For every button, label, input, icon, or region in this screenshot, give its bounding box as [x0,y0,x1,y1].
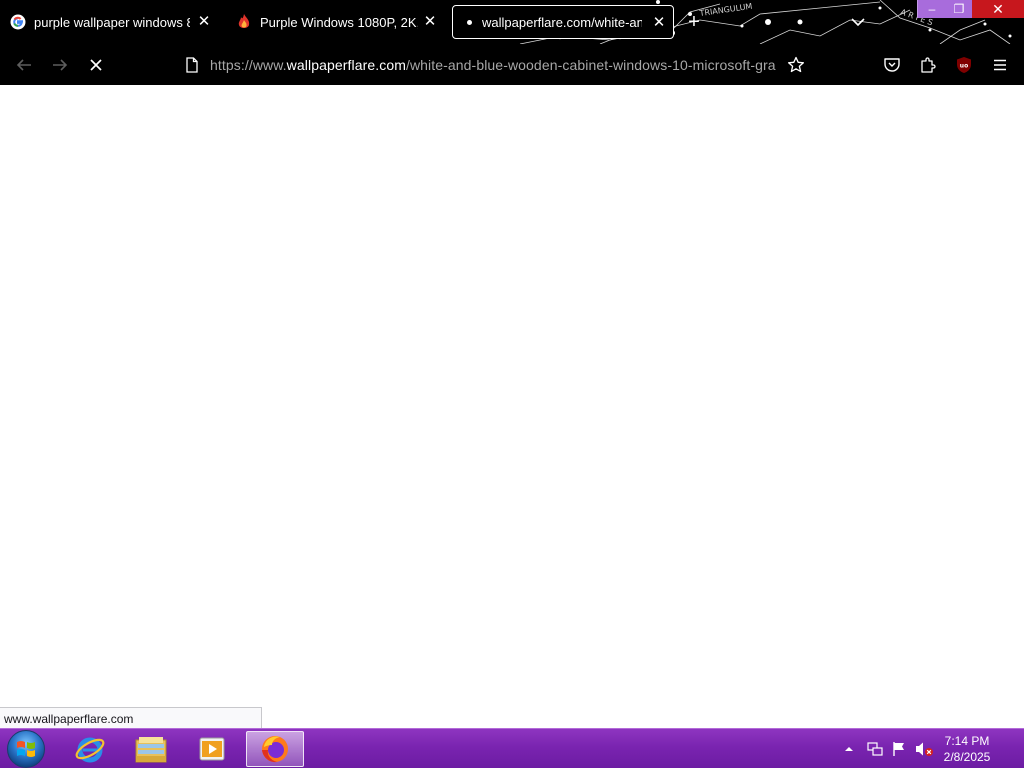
firefox-icon [262,736,288,763]
tab-title: Purple Windows 1080P, 2K, 4K, 5 [260,14,418,30]
file-explorer-icon [135,737,167,763]
pocket-button[interactable] [881,54,903,76]
chevron-down-icon [851,18,865,27]
back-button[interactable] [13,54,35,76]
tab-purple-windows[interactable]: Purple Windows 1080P, 2K, 4K, 5 ✕ [234,5,444,39]
stop-x-icon [90,59,102,71]
hamburger-menu-icon [994,59,1006,71]
url-prefix: https://www. [210,57,287,73]
svg-text:uo: uo [960,63,968,70]
star-icon [787,56,805,73]
close-tab-icon[interactable]: ✕ [651,15,667,31]
window-controls: – ❐ ✕ [917,0,1024,18]
ublock-origin-button[interactable]: uo [953,54,975,76]
clock-date: 2/8/2025 [943,750,991,764]
url-bar[interactable]: https://www.wallpaperflare.com/white-and… [210,57,776,75]
forward-button[interactable] [49,54,71,76]
internet-explorer-icon [75,737,105,763]
stop-loading-button[interactable] [85,54,107,76]
page-document-icon [186,57,198,73]
url-host: wallpaperflare.com [286,57,406,73]
network-icon [867,742,883,756]
app-menu-button[interactable] [989,54,1011,76]
volume-tray-icon[interactable] [914,729,934,769]
url-path: /white-and-blue-wooden-cabinet-windows-1… [405,57,776,73]
svg-text:TRIANGULUM: TRIANGULUM [698,2,753,18]
tab-title: wallpaperflare.com/white-and- [482,14,642,30]
link-status-bar: www.wallpaperflare.com [0,707,262,728]
loading-dot-icon [467,19,472,25]
windows-taskbar: 7:14 PM 2/8/2025 [0,728,1024,768]
page-info-button[interactable] [181,54,203,76]
taskbar-file-explorer[interactable] [123,731,179,767]
action-center-tray-icon[interactable] [890,729,908,769]
ublock-shield-icon: uo [957,57,971,73]
tab-strip: TRIANGULUM A R I E S purple wallpaper wi… [0,0,1024,44]
tab-title: purple wallpaper windows 8.1 - [34,14,190,30]
pocket-icon [884,58,900,72]
taskbar-firefox[interactable] [246,731,304,767]
show-hidden-icons-arrow [845,747,853,751]
navigation-toolbar: https://www.wallpaperflare.com/white-and… [0,44,1024,85]
clock-time: 7:14 PM [944,734,990,748]
flame-icon [236,14,252,30]
google-g-icon [10,14,26,30]
network-tray-icon[interactable] [866,729,884,769]
close-window-button[interactable]: ✕ [972,0,1024,18]
new-tab-button[interactable]: + [684,12,704,32]
windows-logo-icon [17,741,35,757]
bookmark-star-button[interactable] [785,54,807,76]
forward-arrow-icon [53,59,68,71]
action-center-flag-icon [893,742,904,756]
show-hidden-icons-button[interactable] [842,729,856,769]
minimize-button[interactable]: – [917,0,946,18]
taskbar-clock[interactable]: 7:14 PM 2/8/2025 [932,733,1002,765]
puzzle-piece-icon [921,57,936,73]
page-content-area [0,85,1024,728]
extensions-button[interactable] [917,54,939,76]
start-button[interactable] [7,730,45,768]
media-player-icon [199,737,225,761]
taskbar-media-player[interactable] [184,731,240,767]
tab-google-search[interactable]: purple wallpaper windows 8.1 - ✕ [8,5,218,39]
taskbar-internet-explorer[interactable] [62,731,118,767]
close-tab-icon[interactable]: ✕ [422,14,438,30]
back-arrow-icon [16,59,31,71]
tab-wallpaperflare-active[interactable]: wallpaperflare.com/white-and- ✕ [452,5,674,39]
list-all-tabs-button[interactable] [848,12,868,32]
close-tab-icon[interactable]: ✕ [196,14,212,30]
restore-button[interactable]: ❐ [946,0,972,18]
volume-muted-icon [916,742,933,756]
